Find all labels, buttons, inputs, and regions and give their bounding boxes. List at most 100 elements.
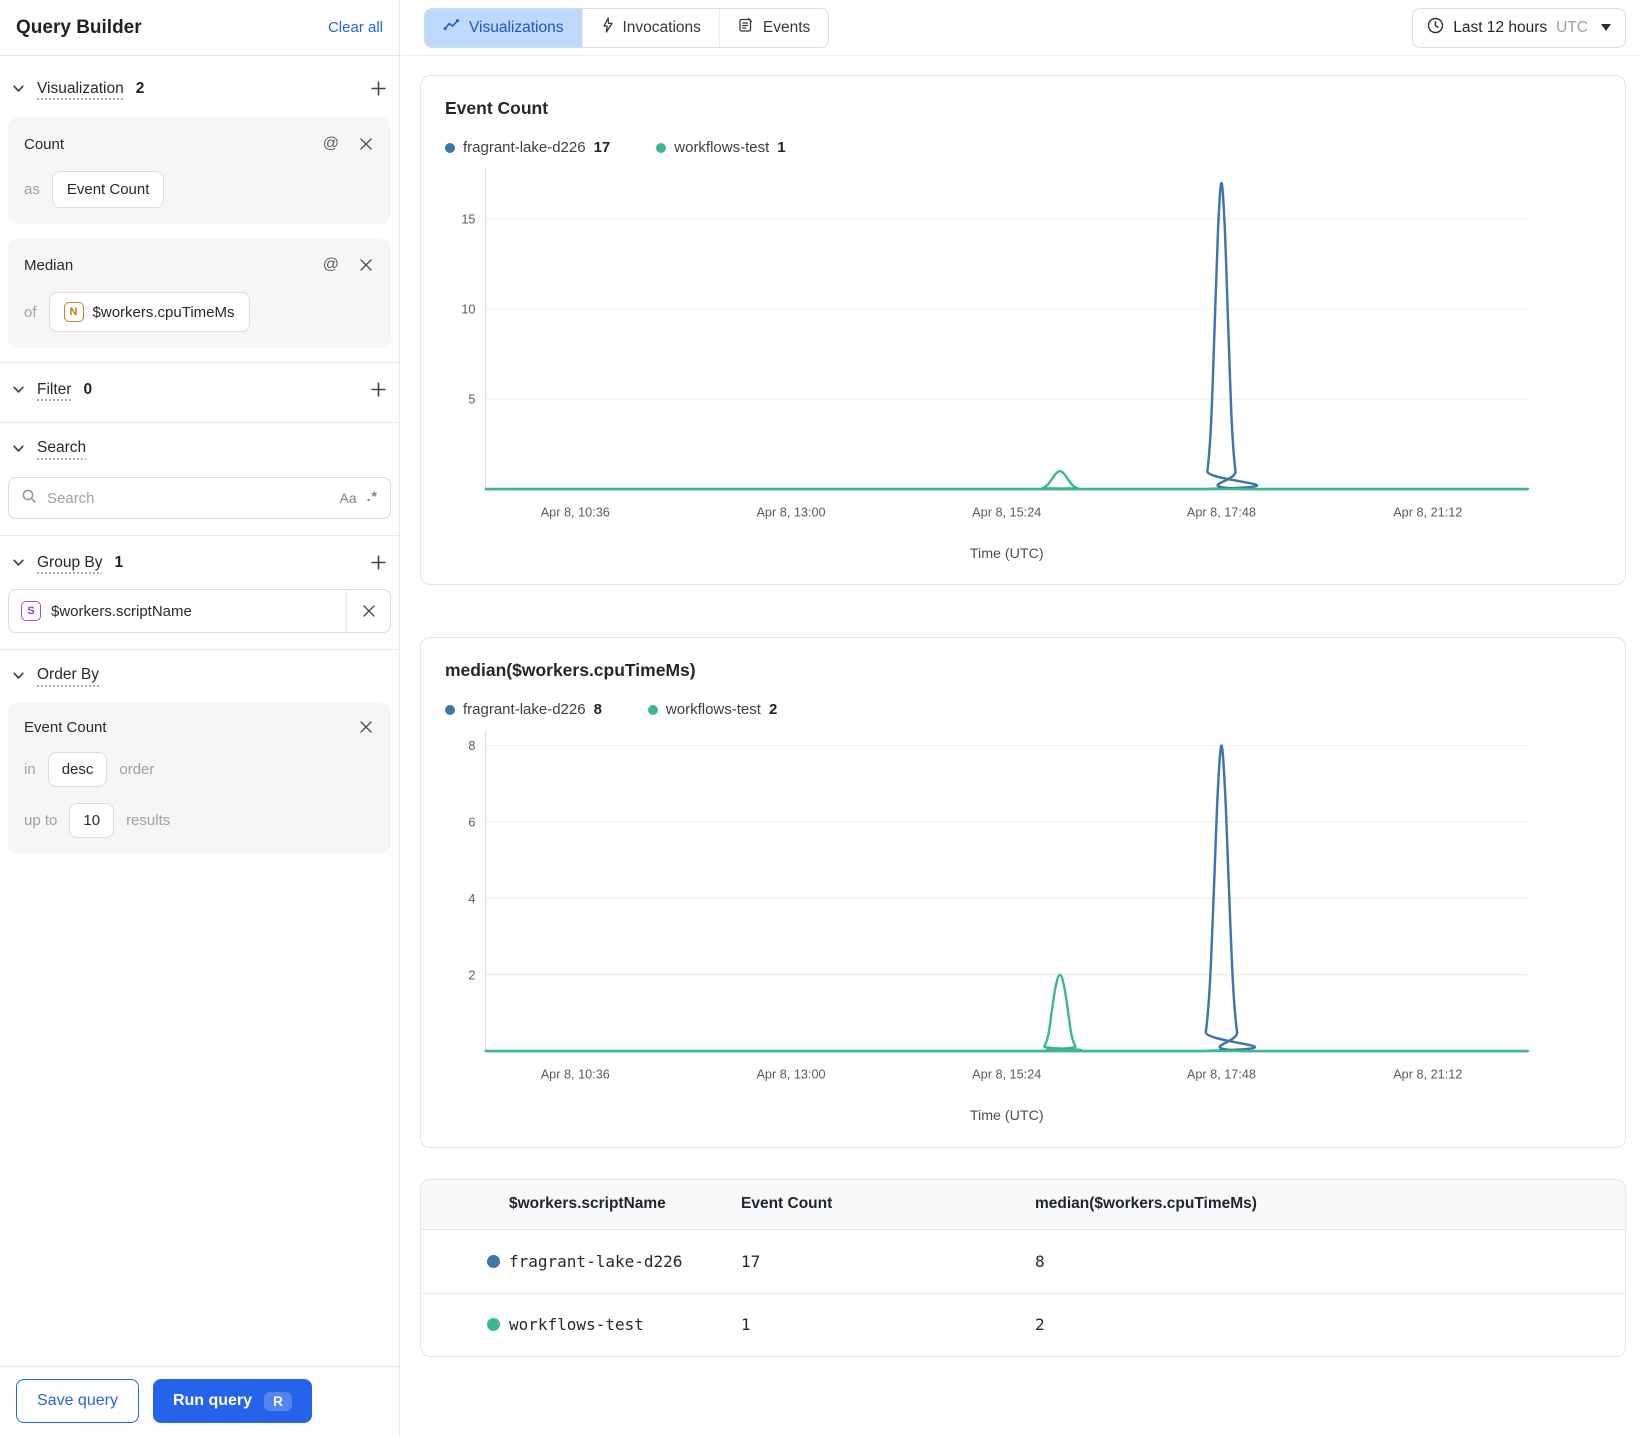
svg-text:10: 10 (461, 303, 475, 317)
legend-series-name: workflows-test (674, 139, 770, 156)
column-header-median: median($workers.cpuTimeMs) (1035, 1195, 1257, 1212)
svg-text:Apr 8, 17:48: Apr 8, 17:48 (1187, 505, 1256, 519)
legend-series-value: 8 (593, 701, 602, 719)
visualization-section-title[interactable]: Visualization (37, 80, 124, 98)
svg-text:Apr 8, 17:48: Apr 8, 17:48 (1187, 1068, 1256, 1082)
order-by-card: Event Count in desc order up to 10 resul… (8, 702, 391, 854)
search-section-header: Search (8, 423, 391, 471)
svg-text:Apr 8, 21:12: Apr 8, 21:12 (1393, 505, 1462, 519)
filter-section-header: Filter 0 (8, 363, 391, 414)
add-filter-button[interactable] (368, 379, 389, 400)
search-section-title[interactable]: Search (37, 439, 86, 457)
svg-text:5: 5 (468, 393, 475, 407)
close-icon[interactable] (357, 718, 375, 736)
order-label: order (119, 761, 155, 778)
chart-title: Event Count (445, 98, 549, 118)
legend-series-value: 17 (593, 139, 611, 156)
median-cputime-line-chart[interactable]: 2 4 6 8 Apr 8, 10:36 Apr 8, 13:00 Apr 8, 15:24… (445, 726, 1601, 1128)
chevron-down-icon[interactable] (10, 440, 27, 457)
table-row[interactable]: workflows-test 1 2 (421, 1292, 1625, 1356)
run-query-button[interactable]: Run query R (152, 1379, 312, 1423)
svg-text:Time (UTC): Time (UTC) (970, 1108, 1044, 1124)
add-group-by-button[interactable] (368, 552, 389, 573)
series-dot-blue (445, 704, 455, 715)
svg-text:Apr 8, 13:00: Apr 8, 13:00 (756, 1068, 825, 1082)
order-by-section-title[interactable]: Order By (37, 666, 99, 684)
cell-script-name: fragrant-lake-d226 (509, 1251, 683, 1271)
visualization-card-title: Count (24, 135, 65, 153)
group-by-section-title[interactable]: Group By (37, 554, 102, 572)
sort-direction-button[interactable]: desc (47, 752, 108, 787)
event-count-chart-card: Event Count fragrant-lake-d226 17 workfl… (420, 75, 1626, 586)
search-input[interactable] (47, 489, 330, 507)
chevron-down-icon[interactable] (10, 381, 27, 398)
column-header-event-count: Event Count (741, 1195, 833, 1212)
chevron-down-icon[interactable] (10, 667, 27, 684)
tab-visualizations[interactable]: Visualizations (425, 8, 582, 47)
cell-event-count: 1 (741, 1315, 751, 1334)
table-row[interactable]: fragrant-lake-d226 17 8 (421, 1230, 1625, 1293)
legend-item[interactable]: workflows-test 1 (656, 139, 786, 156)
cell-median: 8 (1035, 1251, 1045, 1271)
series-dot-green (647, 704, 658, 715)
query-builder-panel: Query Builder Clear all Visualization 2 … (0, 0, 400, 1436)
filter-section-title[interactable]: Filter (37, 381, 71, 399)
svg-text:Apr 8, 15:24: Apr 8, 15:24 (972, 505, 1041, 519)
svg-text:Apr 8, 13:00: Apr 8, 13:00 (756, 505, 825, 519)
group-by-count: 1 (114, 553, 124, 571)
count-alias-chip[interactable]: Event Count (51, 171, 165, 208)
close-icon[interactable] (357, 135, 375, 153)
as-label: as (24, 181, 40, 198)
legend-item[interactable]: fragrant-lake-d226 17 (445, 139, 610, 156)
series-dot-blue (445, 142, 455, 153)
visualization-card-median: Median @ of N $workers.cpuTimeMs (8, 238, 391, 348)
group-by-section-header: Group By 1 (8, 536, 391, 587)
order-by-section-header: Order By (8, 650, 391, 698)
svg-text:Apr 8, 10:36: Apr 8, 10:36 (541, 505, 610, 519)
tab-events[interactable]: Events (718, 8, 829, 47)
event-log-icon (738, 17, 754, 38)
add-visualization-button[interactable] (368, 78, 389, 99)
in-label: in (24, 761, 36, 778)
svg-text:Time (UTC): Time (UTC) (970, 546, 1044, 562)
result-limit-button[interactable]: 10 (69, 803, 115, 838)
regex-icon[interactable]: .* (367, 488, 378, 504)
bolt-icon (601, 17, 614, 38)
chevron-down-icon[interactable] (10, 80, 27, 97)
query-builder-header: Query Builder Clear all (0, 0, 399, 56)
remove-group-by-button[interactable] (346, 590, 390, 632)
alias-icon[interactable]: @ (321, 254, 341, 276)
chevron-down-icon[interactable] (10, 554, 27, 571)
save-query-button[interactable]: Save query (16, 1379, 139, 1423)
cell-script-name: workflows-test (509, 1315, 644, 1334)
median-field-chip[interactable]: N $workers.cpuTimeMs (48, 292, 250, 332)
legend-series-name: fragrant-lake-d226 (463, 139, 586, 156)
match-case-icon[interactable]: Aa (340, 490, 357, 506)
chart-legend: fragrant-lake-d226 8 workflows-test 2 (445, 701, 1601, 718)
query-builder-sections: Visualization 2 Count @ as Event Count M… (0, 56, 399, 1366)
visualization-section-header: Visualization 2 (8, 62, 391, 113)
legend-series-value: 2 (768, 701, 778, 719)
results-topbar: Visualizations Invocations Events Last 1… (400, 0, 1640, 56)
clear-all-button[interactable]: Clear all (328, 19, 383, 36)
legend-item[interactable]: workflows-test 2 (647, 701, 778, 719)
cell-median: 2 (1035, 1315, 1045, 1334)
close-icon[interactable] (357, 256, 375, 274)
svg-text:Apr 8, 21:12: Apr 8, 21:12 (1393, 1068, 1462, 1082)
clock-icon (1427, 17, 1444, 39)
time-range-selector[interactable]: Last 12 hours UTC (1412, 7, 1626, 48)
group-by-chip[interactable]: S $workers.scriptName (8, 589, 391, 633)
app-window: Query Builder Clear all Visualization 2 … (0, 0, 1640, 1436)
svg-text:6: 6 (468, 816, 475, 830)
search-icon (21, 488, 37, 509)
caret-down-icon (1601, 24, 1611, 31)
search-box: Aa .* (8, 477, 391, 519)
tab-invocations[interactable]: Invocations (581, 8, 719, 47)
series-dot-green (487, 1318, 500, 1331)
event-count-line-chart[interactable]: 5 10 15 Apr 8, 10:36 Apr 8, 13:00 Apr 8, 15:2… (445, 164, 1601, 566)
svg-text:2: 2 (468, 969, 475, 983)
svg-text:Apr 8, 15:24: Apr 8, 15:24 (972, 1068, 1041, 1082)
alias-icon[interactable]: @ (321, 133, 341, 155)
legend-item[interactable]: fragrant-lake-d226 8 (445, 701, 602, 718)
chart-legend: fragrant-lake-d226 17 workflows-test 1 (445, 139, 1601, 156)
